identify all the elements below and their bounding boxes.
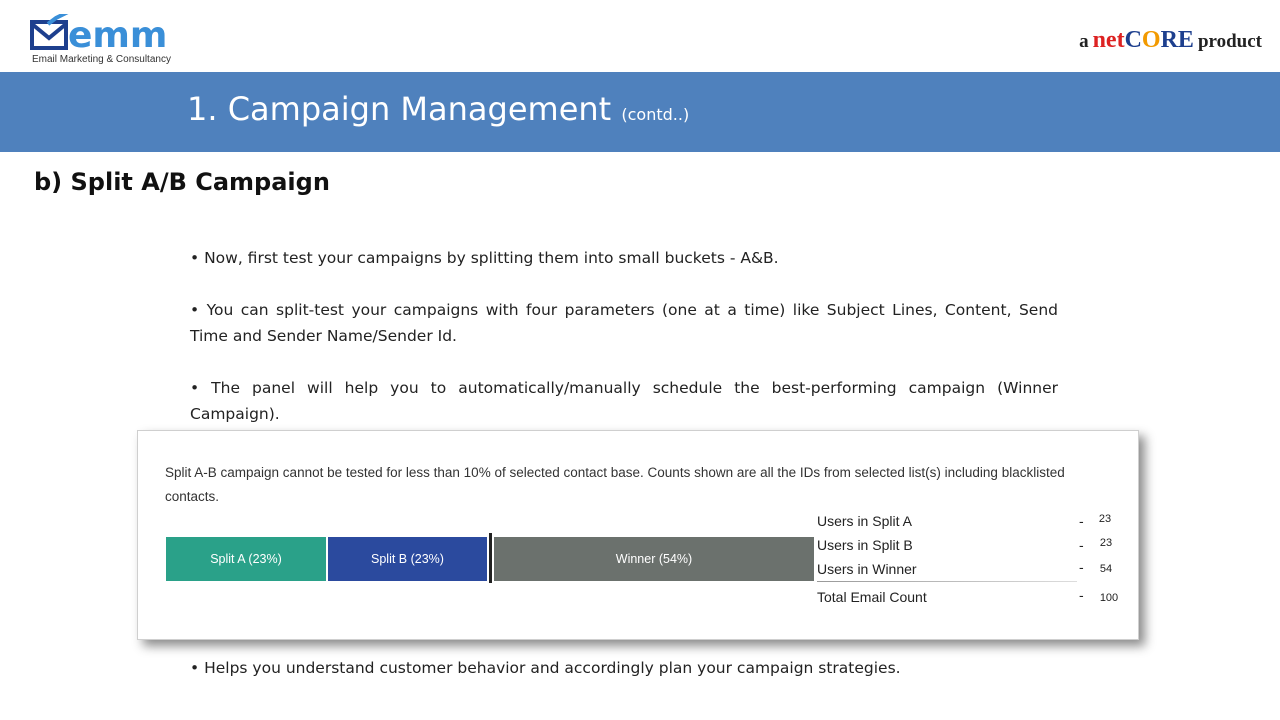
emm-logo: emm Email Marketing & Consultancy [30, 10, 190, 68]
split-drag-handle[interactable] [489, 533, 492, 583]
logo-tagline: Email Marketing & Consultancy [32, 54, 171, 65]
stat-value-split-b: 23 [1099, 537, 1113, 549]
page-title: 1. Campaign Management (contd..) [187, 90, 689, 128]
brand-core-re: RE [1160, 27, 1194, 53]
title-band: 1. Campaign Management (contd..) [0, 72, 1280, 152]
stat-value-split-a: 23 [1098, 513, 1112, 525]
stat-dash: - [1079, 513, 1084, 529]
stat-dash: - [1079, 559, 1084, 575]
segment-label: Winner (54%) [615, 552, 693, 566]
envelope-check-icon [30, 14, 69, 50]
split-ab-panel: Split A-B campaign cannot be tested for … [137, 430, 1139, 640]
page-title-main: 1. Campaign Management [187, 90, 612, 128]
bullet-item: • Helps you understand customer behavior… [190, 659, 901, 677]
stat-dash: - [1079, 537, 1084, 553]
stat-value-total: 100 [1099, 592, 1119, 604]
page-title-suffix: (contd..) [621, 105, 690, 124]
brand-suffix: product [1197, 31, 1262, 52]
panel-note: Split A-B campaign cannot be tested for … [165, 465, 1065, 504]
bullet-list: • Now, first test your campaigns by spli… [190, 245, 1058, 453]
brand-core-o: O [1141, 27, 1161, 53]
stat-label-winner: Users in Winner [817, 561, 917, 577]
segment-label: Split A (23%) [210, 552, 282, 566]
brand-core: CORE [1125, 27, 1194, 53]
bullet-item: • The panel will help you to automatical… [190, 379, 1058, 423]
bullet-item: • You can split-test your campaigns with… [190, 301, 1058, 345]
segment-split-a[interactable]: Split A (23%) [166, 537, 326, 581]
segment-label: Split B (23%) [371, 552, 444, 566]
stat-dash: - [1079, 587, 1084, 603]
netcore-brand: a netCORE product [1079, 26, 1262, 57]
stat-label-split-b: Users in Split B [817, 537, 913, 553]
brand-net: net [1092, 27, 1125, 53]
divider-line [817, 581, 1077, 582]
brand-prefix: a [1079, 31, 1089, 52]
section-heading: b) Split A/B Campaign [34, 168, 330, 196]
segment-winner[interactable]: Winner (54%) [494, 537, 814, 581]
stat-label-split-a: Users in Split A [817, 513, 912, 529]
stat-value-winner: 54 [1099, 563, 1113, 575]
stat-label-total: Total Email Count [817, 589, 927, 605]
bullet-item: • Now, first test your campaigns by spli… [190, 249, 779, 267]
segment-split-b[interactable]: Split B (23%) [328, 537, 487, 581]
logo-name: emm [68, 15, 168, 56]
brand-core-c: C [1124, 27, 1142, 53]
